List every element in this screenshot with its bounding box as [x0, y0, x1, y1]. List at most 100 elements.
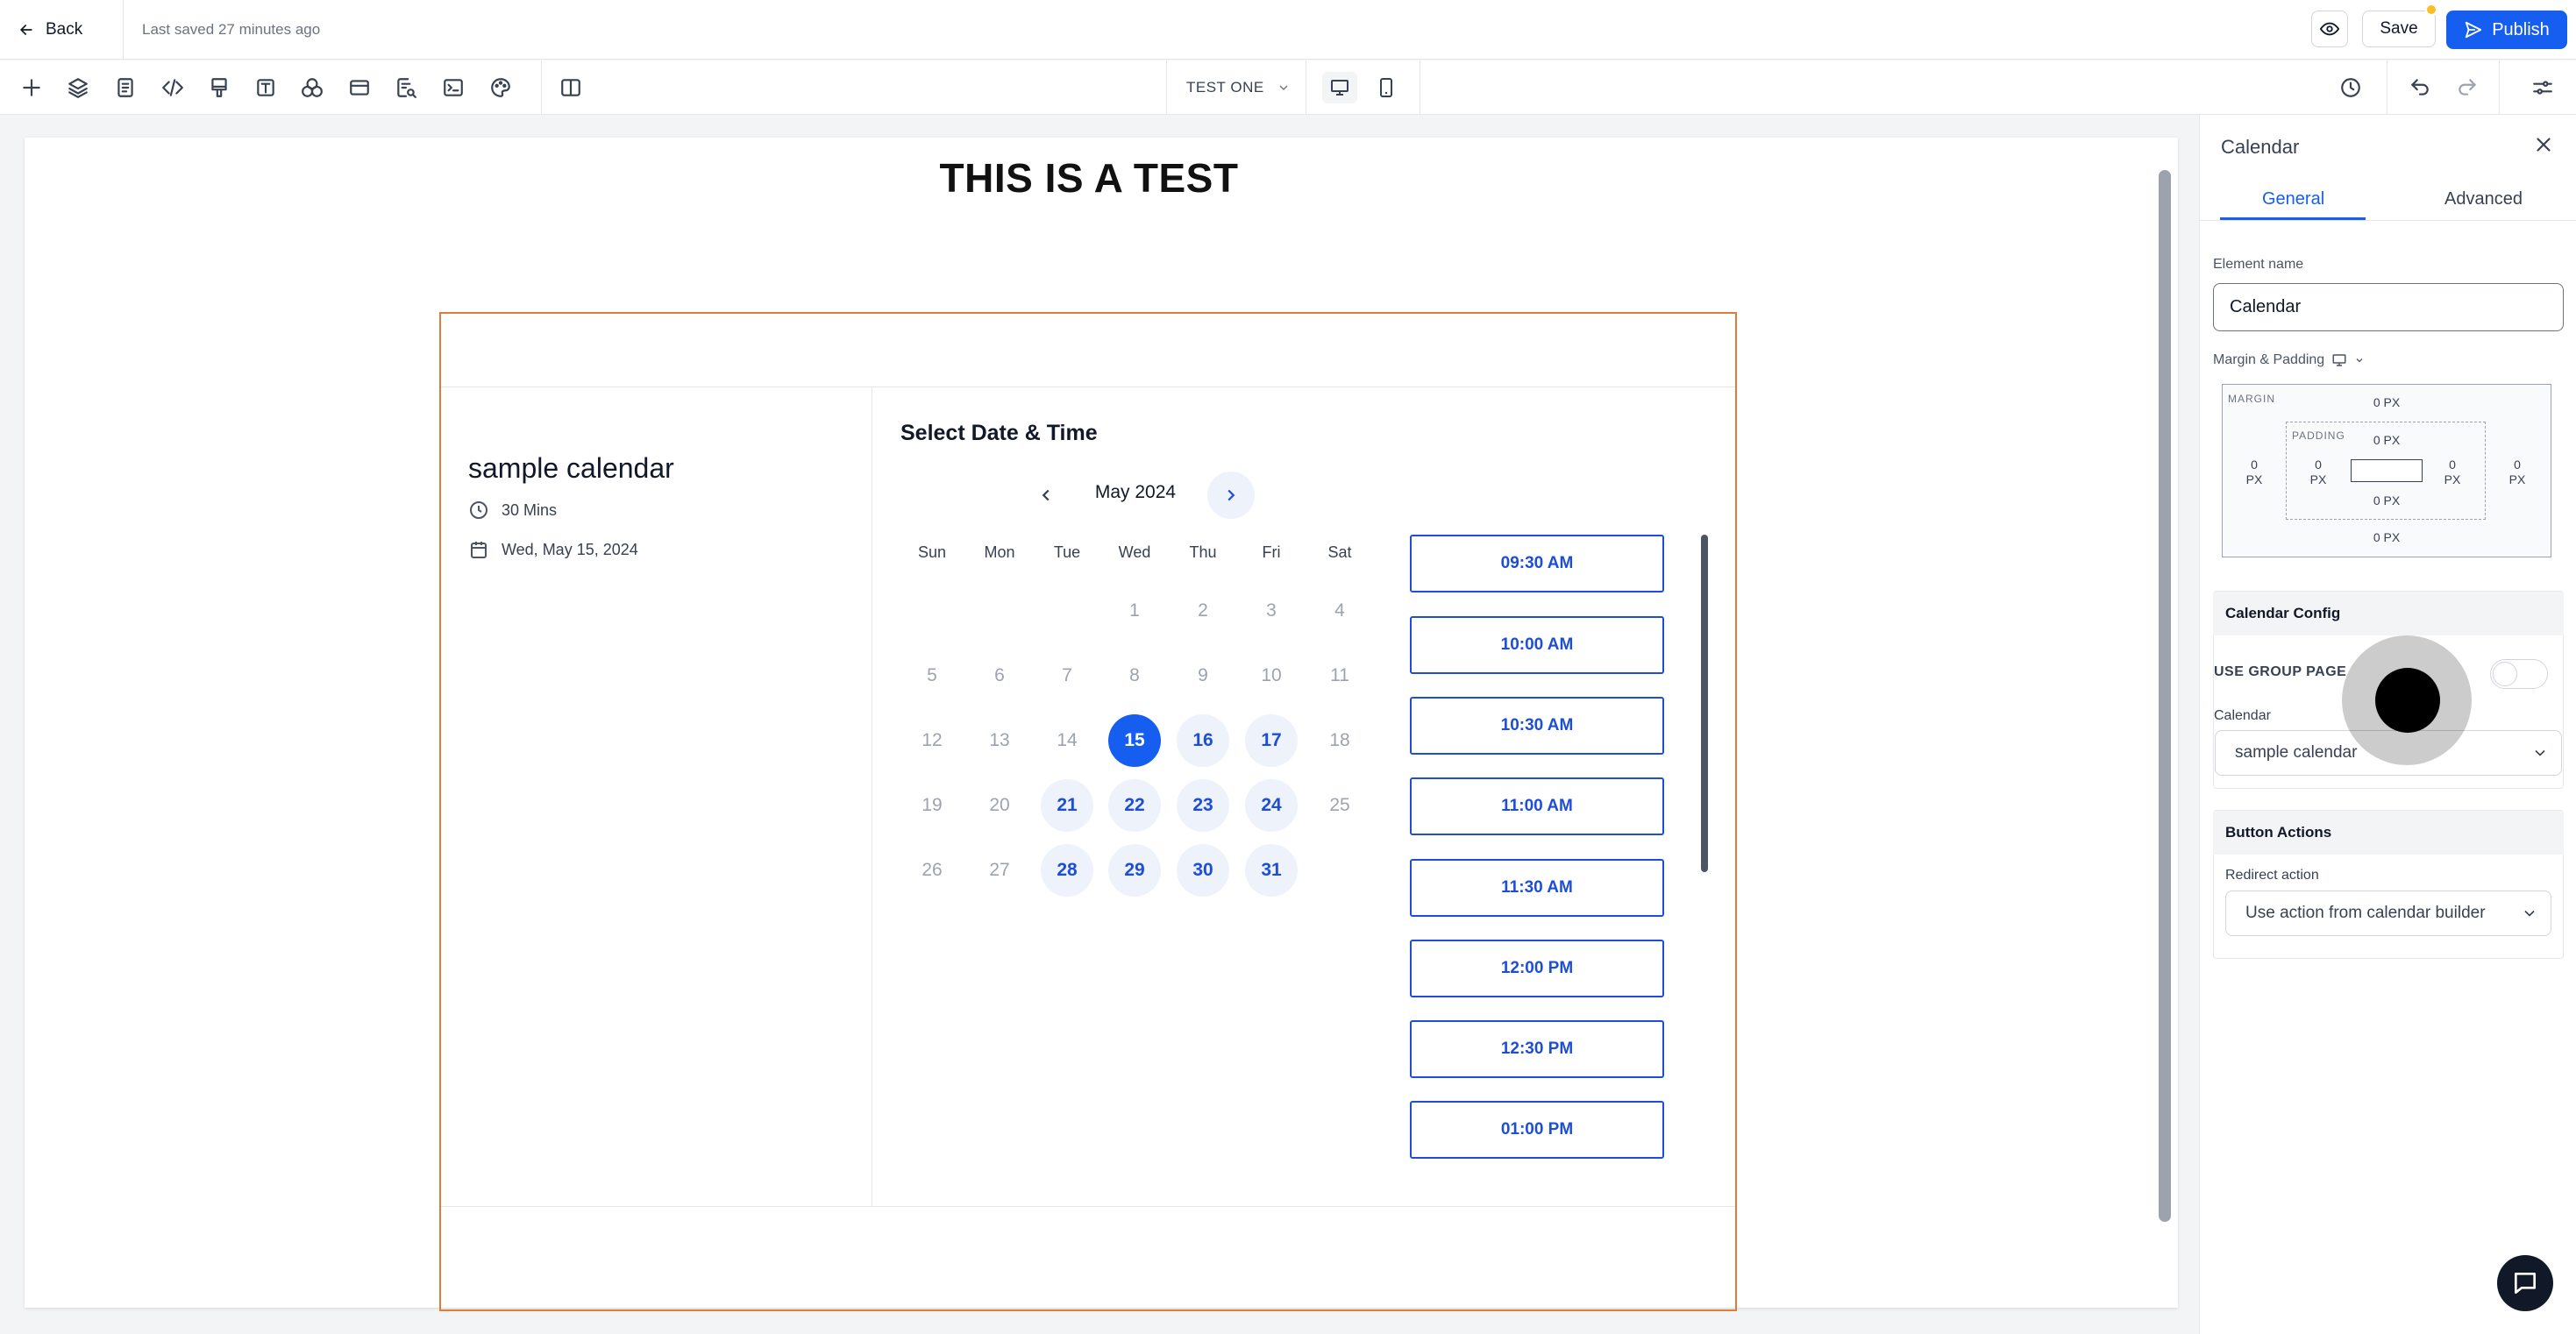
calendar-day[interactable]: 15 [1108, 714, 1161, 767]
chat-widget-button[interactable] [2497, 1255, 2553, 1311]
paint-brush-icon[interactable] [206, 75, 232, 101]
time-slot-button[interactable]: 01:00 PM [1410, 1101, 1664, 1159]
calendar-day: 4 [1334, 600, 1345, 621]
weekday-label: Wed [1118, 543, 1151, 561]
calendar-day: 12 [922, 730, 943, 750]
calendar-day[interactable]: 21 [1041, 779, 1093, 832]
date-row: Wed, May 15, 2024 [468, 539, 638, 560]
pages-icon[interactable] [112, 75, 139, 101]
chevron-down-icon [2524, 910, 2535, 917]
arrow-left-icon [19, 25, 32, 35]
time-slot-button[interactable]: 11:30 AM [1410, 859, 1664, 917]
tabs-border [2199, 220, 2576, 221]
calendar-day[interactable]: 17 [1245, 714, 1298, 767]
calendar-day: 11 [1330, 665, 1349, 685]
shapes-icon[interactable] [299, 75, 325, 101]
header-divider [123, 0, 124, 60]
calendar-day[interactable]: 28 [1041, 844, 1093, 897]
tab-advanced[interactable]: Advanced [2444, 189, 2523, 209]
weekday-label: Sat [1327, 543, 1352, 561]
duration-row: 30 Mins [468, 500, 557, 521]
time-slot-button[interactable]: 09:30 AM [1410, 535, 1664, 592]
back-button[interactable]: Back [18, 16, 82, 44]
page-selector-label: TEST ONE [1186, 79, 1264, 96]
margin-left-value[interactable]: 0 PX [2241, 458, 2267, 487]
send-icon [2466, 21, 2482, 39]
calendar-day: 3 [1266, 600, 1277, 621]
chevron-down-icon[interactable] [2354, 355, 2365, 365]
time-slot-button[interactable]: 12:30 PM [1410, 1020, 1664, 1078]
plus-icon[interactable] [18, 75, 45, 101]
toolbar-divider-right-2 [2499, 60, 2500, 115]
time-slot-button[interactable]: 10:00 AM [1410, 616, 1664, 674]
padding-left-number: 0 [2315, 458, 2322, 472]
layers-icon[interactable] [65, 75, 91, 101]
desktop-view-button[interactable] [1322, 72, 1357, 103]
calendar-day[interactable]: 29 [1108, 844, 1161, 897]
calendar-day[interactable]: 31 [1245, 844, 1298, 897]
history-icon[interactable] [2338, 75, 2364, 101]
chevron-left-icon [1042, 489, 1050, 501]
time-slot-button[interactable]: 12:00 PM [1410, 940, 1664, 997]
date-text: Wed, May 15, 2024 [502, 540, 638, 558]
calendar-day[interactable]: 30 [1177, 844, 1229, 897]
time-slot-scrollbar[interactable] [1701, 535, 1708, 872]
publish-label: Publish [2492, 19, 2550, 39]
prev-month-button[interactable] [1022, 472, 1070, 519]
padding-right-value[interactable]: 0 PX [2439, 458, 2466, 487]
padding-left-value[interactable]: 0 PX [2305, 458, 2331, 487]
tab-general[interactable]: General [2262, 189, 2324, 209]
padding-label: PADDING [2292, 429, 2345, 442]
calendar-bottom-border [441, 1206, 1735, 1207]
terminal-icon[interactable] [440, 75, 466, 101]
mobile-view-button[interactable] [1369, 72, 1404, 103]
columns-icon[interactable] [558, 75, 584, 101]
redirect-action-select[interactable]: Use action from calendar builder [2225, 891, 2551, 936]
margin-padding-header: Margin & Padding [2213, 352, 2365, 368]
calendar-day[interactable]: 22 [1108, 779, 1161, 832]
padding-bottom-value[interactable]: 0 PX [2352, 493, 2422, 508]
text-icon[interactable] [253, 75, 279, 101]
cursor-dot [2375, 668, 2440, 733]
margin-top-value[interactable]: 0 PX [2352, 395, 2422, 410]
calendar-config-header[interactable]: Calendar Config [2213, 592, 2564, 635]
code-icon[interactable] [160, 75, 186, 101]
search-file-icon[interactable] [393, 75, 419, 101]
calendar-day: 9 [1198, 665, 1208, 685]
margin-right-value[interactable]: 0 PX [2504, 458, 2530, 487]
calendar-day: 14 [1057, 730, 1078, 750]
desktop-icon[interactable] [2331, 352, 2347, 368]
time-slot-button[interactable]: 11:00 AM [1410, 777, 1664, 835]
close-panel-button[interactable] [2532, 133, 2555, 156]
next-month-button[interactable] [1207, 472, 1255, 519]
save-button[interactable]: Save [2362, 11, 2436, 47]
layout-icon[interactable] [346, 75, 373, 101]
canvas-scrollbar[interactable] [2159, 170, 2171, 1222]
calendar-day[interactable]: 16 [1177, 714, 1229, 767]
weekday-label: Thu [1189, 543, 1217, 561]
time-slot-button[interactable]: 10:30 AM [1410, 697, 1664, 755]
element-name-label: Element name [2213, 257, 2304, 272]
calendar-day[interactable]: 24 [1245, 779, 1298, 832]
margin-right-unit: PX [2508, 472, 2526, 486]
calendar-day: 26 [922, 860, 943, 880]
redo-icon[interactable] [2454, 75, 2480, 101]
calendar-day[interactable]: 23 [1177, 779, 1229, 832]
calendar-day: 1 [1129, 600, 1140, 621]
padding-left-unit: PX [2309, 472, 2327, 486]
redirect-action-label: Redirect action [2225, 868, 2319, 883]
margin-bottom-value[interactable]: 0 PX [2352, 530, 2422, 545]
calendar-day: 19 [922, 795, 943, 815]
button-actions-header[interactable]: Button Actions [2213, 811, 2564, 855]
palette-icon[interactable] [487, 75, 514, 101]
calendar-select-value: sample calendar [2235, 743, 2358, 762]
page-selector[interactable]: TEST ONE [1166, 60, 1306, 115]
preview-button[interactable] [2311, 11, 2348, 47]
settings-sliders-icon[interactable] [2530, 75, 2556, 101]
element-name-input[interactable]: Calendar [2213, 283, 2564, 331]
padding-top-value[interactable]: 0 PX [2352, 433, 2422, 448]
toggle-knob [2493, 662, 2517, 686]
undo-icon[interactable] [2407, 75, 2433, 101]
publish-button[interactable]: Publish [2446, 11, 2567, 49]
margin-left-unit: PX [2245, 472, 2263, 486]
